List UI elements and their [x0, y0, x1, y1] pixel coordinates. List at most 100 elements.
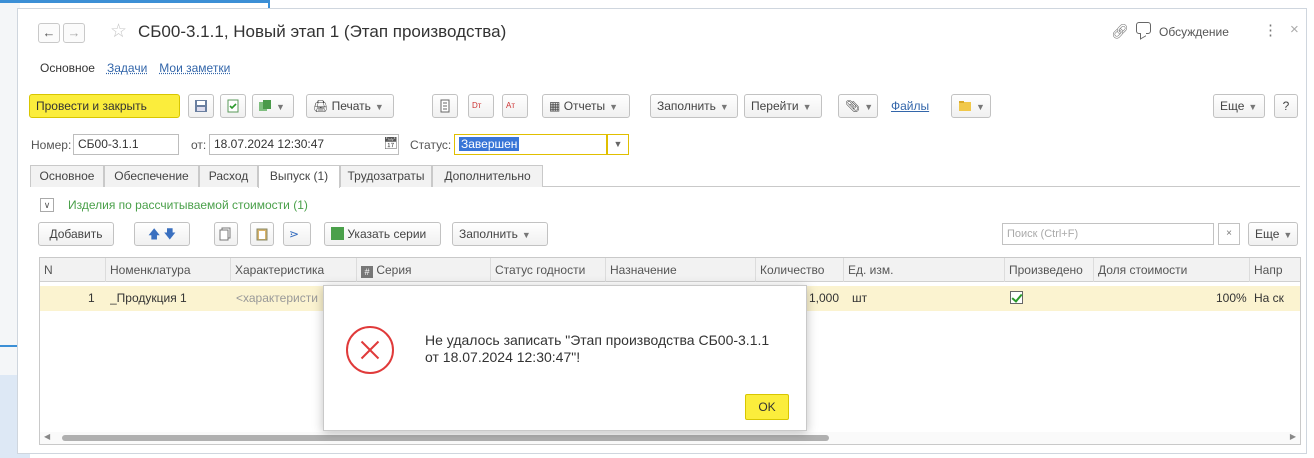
- printer-icon: 🖨︎: [313, 99, 329, 113]
- goto-label: Перейти: [751, 99, 799, 113]
- series-icon: [331, 227, 344, 240]
- document-tabs: Основное Обеспечение Расход Выпуск (1) Т…: [30, 165, 1300, 188]
- tab-additional[interactable]: Дополнительно: [432, 165, 543, 187]
- column-status[interactable]: Статус годности: [491, 258, 606, 282]
- debit-credit-button[interactable]: Dт: [468, 94, 494, 118]
- row-cost-share[interactable]: 100%: [1216, 286, 1247, 311]
- files-link[interactable]: Файлы: [891, 99, 929, 113]
- at-kt-icon: Aт: [506, 101, 515, 110]
- status-value: Завершен: [459, 137, 520, 151]
- calendar-icon[interactable]: 📅︎: [383, 136, 398, 150]
- error-message-line1: Не удалось записать "Этап производства С…: [425, 332, 770, 348]
- clear-search-icon[interactable]: ×: [1218, 223, 1240, 245]
- copy-button[interactable]: [214, 222, 238, 246]
- title-bar: ← → ☆ СБ00-3.1.1, Новый этап 1 (Этап про…: [18, 9, 1306, 51]
- post-and-close-button[interactable]: Провести и закрыть: [29, 94, 180, 118]
- error-message: Не удалось записать "Этап производства С…: [425, 332, 795, 366]
- column-nomenclature[interactable]: Номенклатура: [106, 258, 231, 282]
- produced-checkbox[interactable]: [1010, 286, 1023, 311]
- series-grid-icon: #: [361, 266, 373, 278]
- copy-icon: [219, 227, 231, 241]
- horizontal-scrollbar[interactable]: ◀ ▶: [40, 432, 1300, 444]
- additional-actions-button[interactable]: ▼: [951, 94, 991, 118]
- document-header-fields: Номер: СБ00-3.1.1 от: 18.07.2024 12:30:4…: [31, 133, 731, 157]
- fill-button[interactable]: Заполнить ▼: [650, 94, 738, 118]
- accounting-entries-button[interactable]: Aт: [502, 94, 528, 118]
- column-produced[interactable]: Произведено: [1005, 258, 1094, 282]
- split-row-button[interactable]: ⋗: [283, 222, 311, 246]
- link-icon[interactable]: 🔗︎: [1111, 23, 1129, 40]
- save-icon: [195, 100, 207, 112]
- column-cost-share[interactable]: Доля стоимости: [1094, 258, 1250, 282]
- scroll-right-icon[interactable]: ▶: [1290, 432, 1296, 441]
- paste-button[interactable]: [250, 222, 274, 246]
- more-button[interactable]: Еще ▼: [1213, 94, 1265, 118]
- row-nomenclature[interactable]: _Продукция 1: [110, 286, 187, 311]
- tab-supply[interactable]: Обеспечение: [104, 165, 199, 187]
- tab-main[interactable]: Основное: [30, 165, 104, 187]
- attach-button[interactable]: 📎︎ ▼: [838, 94, 878, 118]
- post-button[interactable]: [220, 94, 246, 118]
- tab-output[interactable]: Выпуск (1): [258, 165, 340, 188]
- date-field[interactable]: 18.07.2024 12:30:47: [209, 134, 399, 155]
- error-dialog: Не удалось записать "Этап производства С…: [323, 285, 807, 431]
- arrow-up-icon[interactable]: 🡅︎: [148, 227, 160, 241]
- column-purpose[interactable]: Назначение: [606, 258, 756, 282]
- close-icon[interactable]: ×: [1290, 21, 1299, 38]
- tab-consumption[interactable]: Расход: [199, 165, 258, 187]
- discussion-icon[interactable]: [1136, 22, 1151, 34]
- scroll-left-icon[interactable]: ◀: [44, 432, 50, 441]
- section-tasks[interactable]: Задачи: [107, 61, 147, 81]
- status-dropdown-button[interactable]: ▼: [607, 134, 629, 155]
- checkmark-icon: [1010, 291, 1023, 304]
- column-quantity[interactable]: Количество: [756, 258, 844, 282]
- favorite-star-icon[interactable]: ☆: [110, 20, 127, 43]
- row-unit[interactable]: шт: [852, 286, 867, 311]
- table-search-input[interactable]: Поиск (Ctrl+F): [1002, 223, 1214, 245]
- table-fill-button[interactable]: Заполнить ▼: [452, 222, 548, 246]
- column-characteristic[interactable]: Характеристика: [231, 258, 357, 282]
- collapse-toggle[interactable]: ∨: [40, 198, 54, 212]
- create-based-icon: [259, 100, 271, 111]
- discussion-link[interactable]: Обсуждение: [1159, 25, 1229, 39]
- print-button[interactable]: 🖨︎ Печать ▼: [306, 94, 394, 118]
- move-up-down-buttons[interactable]: 🡅︎ 🡇︎: [134, 222, 190, 246]
- goto-button[interactable]: Перейти ▼: [744, 94, 822, 118]
- status-field[interactable]: Завершен: [454, 134, 607, 155]
- column-series[interactable]: # Серия: [357, 258, 491, 282]
- row-quantity[interactable]: 1,000: [809, 286, 839, 311]
- save-button[interactable]: [188, 94, 214, 118]
- table-toolbar: Добавить 🡅︎ 🡇︎ ⋗ Указать серии Заполнить…: [38, 222, 1298, 246]
- date-from-label: от:: [191, 138, 207, 152]
- arrow-down-icon[interactable]: 🡇︎: [164, 227, 176, 241]
- forward-button[interactable]: →: [63, 23, 85, 43]
- error-message-line2: от 18.07.2024 12:30:47"!: [425, 349, 581, 365]
- back-button[interactable]: ←: [38, 23, 60, 43]
- create-based-on-button[interactable]: ▼: [252, 94, 294, 118]
- column-unit[interactable]: Ед. изм.: [844, 258, 1005, 282]
- reports-label: Отчеты: [563, 99, 606, 113]
- table-more-button[interactable]: Еще ▼: [1248, 222, 1298, 246]
- section-main[interactable]: Основное: [40, 61, 95, 81]
- scroll-thumb[interactable]: [62, 435, 829, 441]
- column-direction[interactable]: Напр: [1250, 258, 1300, 282]
- add-row-button[interactable]: Добавить: [38, 222, 114, 246]
- status-label: Статус:: [410, 138, 452, 152]
- error-icon: [346, 326, 394, 374]
- section-notes[interactable]: Мои заметки: [159, 61, 230, 81]
- specify-series-button[interactable]: Указать серии: [324, 222, 441, 246]
- column-n[interactable]: N: [40, 258, 106, 282]
- background-accent-line: [0, 0, 270, 3]
- row-direction[interactable]: На ск: [1254, 286, 1300, 311]
- reports-button[interactable]: ▦ Отчеты ▼: [542, 94, 630, 118]
- table-more-label: Еще: [1255, 227, 1280, 241]
- folder-icon: [959, 101, 971, 111]
- ok-button[interactable]: OK: [745, 394, 789, 420]
- more-menu-icon[interactable]: ⋮: [1263, 21, 1278, 39]
- form-sections-nav: Основное Задачи Мои заметки: [40, 61, 242, 81]
- help-button[interactable]: ?: [1274, 94, 1298, 118]
- row-number: 1: [88, 291, 95, 305]
- number-field[interactable]: СБ00-3.1.1: [73, 134, 179, 155]
- structure-button[interactable]: [432, 94, 458, 118]
- tab-labor[interactable]: Трудозатраты: [340, 165, 432, 187]
